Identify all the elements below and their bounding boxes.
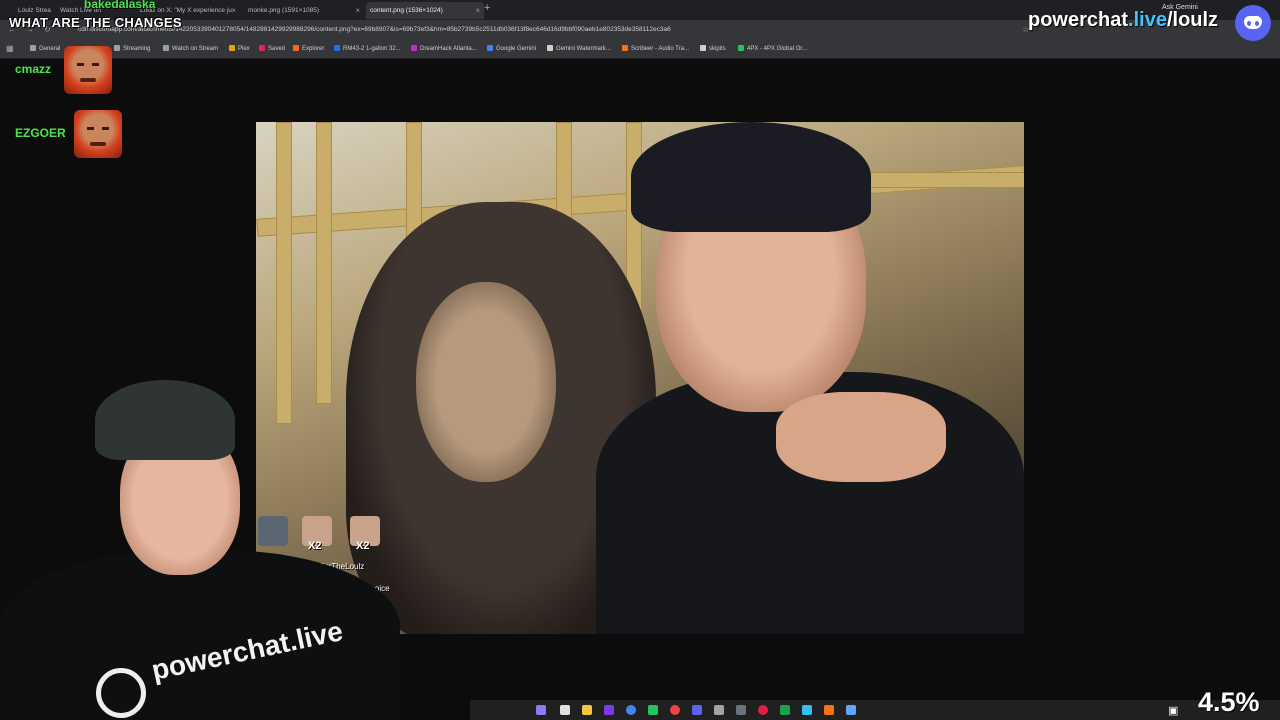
brand-suffix: /loulz bbox=[1166, 9, 1219, 31]
man-hand bbox=[776, 392, 946, 482]
man-cap bbox=[631, 122, 871, 232]
folder-icon bbox=[114, 45, 120, 51]
bookmark-item[interactable]: Streaming bbox=[114, 45, 150, 52]
apps-icon[interactable]: ▦ bbox=[6, 44, 14, 53]
link-icon bbox=[411, 45, 417, 51]
tab-content[interactable]: content.png (1536×1024) × bbox=[366, 2, 484, 19]
bookmark-label: DreamHack Atlanta... bbox=[420, 46, 477, 52]
bookmark-item[interactable]: General bbox=[30, 45, 60, 52]
brand-url: powerchat.live/loulz bbox=[1028, 9, 1218, 32]
bookmarks-bar: ▦ General Streaming Watch on Stream Plex… bbox=[0, 42, 1280, 59]
tray-icon[interactable]: ▣ bbox=[1168, 704, 1178, 717]
app-icon[interactable] bbox=[714, 705, 724, 715]
tab-label: Loulz Strea bbox=[18, 7, 51, 14]
close-icon[interactable]: × bbox=[231, 2, 236, 19]
link-icon bbox=[738, 45, 744, 51]
bookmark-item[interactable]: Saved bbox=[259, 45, 285, 52]
explorer-icon bbox=[293, 45, 299, 51]
folder-icon bbox=[30, 45, 36, 51]
bookmark-label: Explorer bbox=[302, 46, 325, 52]
chat-username: EZGOER bbox=[15, 126, 66, 140]
bookmark-item[interactable]: Watch on Stream bbox=[163, 45, 218, 52]
bookmark-label: Plex bbox=[238, 46, 250, 52]
bookmark-label: 4PX - 4PX Global Or... bbox=[747, 46, 808, 52]
brave-icon[interactable] bbox=[824, 705, 834, 715]
bookmark-item[interactable]: skipits bbox=[700, 45, 726, 52]
xbox-icon[interactable] bbox=[780, 705, 790, 715]
brand-accent: .live bbox=[1128, 9, 1167, 31]
emote-image bbox=[74, 110, 122, 158]
brand-prefix: powerchat bbox=[1028, 9, 1129, 31]
app-icon[interactable] bbox=[536, 705, 546, 715]
taskbar bbox=[470, 700, 1280, 720]
discord-face bbox=[1244, 16, 1262, 29]
man-figure bbox=[596, 122, 1024, 634]
tab-monke[interactable]: monke.png (1591×1085) × bbox=[244, 2, 364, 19]
emote-mouth bbox=[90, 142, 106, 146]
app-icon[interactable] bbox=[758, 705, 768, 715]
close-icon[interactable]: × bbox=[475, 2, 480, 19]
link-icon bbox=[622, 45, 628, 51]
new-tab-button[interactable]: + bbox=[484, 2, 490, 14]
emote-eye bbox=[92, 63, 99, 66]
tab-label: content.png (1536×1024) bbox=[370, 7, 443, 14]
bookmark-item[interactable]: 4PX - 4PX Global Or... bbox=[738, 45, 807, 52]
bookmark-item[interactable]: DreamHack Atlanta... bbox=[411, 45, 477, 52]
chat-username: cmazz bbox=[15, 62, 52, 76]
bookmark-label: Gemini Watermark... bbox=[556, 46, 611, 52]
discord-taskbar-icon[interactable] bbox=[692, 705, 702, 715]
emote-image bbox=[64, 46, 112, 94]
bookmark-item[interactable]: Explorer bbox=[293, 45, 324, 52]
bookmark-label: General bbox=[39, 46, 61, 52]
plex-icon bbox=[229, 45, 235, 51]
chrome-icon[interactable] bbox=[626, 705, 636, 715]
bamboo-pole bbox=[316, 122, 332, 404]
alert-username: bakedalaska bbox=[84, 0, 156, 11]
app-icon[interactable] bbox=[736, 705, 746, 715]
zoom-level: 4.5% bbox=[1198, 687, 1260, 717]
bookmark-label: Streaming bbox=[123, 46, 151, 52]
folder-icon bbox=[163, 45, 169, 51]
bookmark-item[interactable]: Plex bbox=[229, 45, 250, 52]
discord-icon bbox=[1235, 5, 1271, 41]
emote-eye bbox=[102, 127, 109, 130]
bookmark-item[interactable]: Scribeer - Audio Tra... bbox=[622, 45, 689, 52]
link-icon bbox=[700, 45, 706, 51]
steam-icon[interactable] bbox=[802, 705, 812, 715]
bookmark-item[interactable]: Google Gemini bbox=[487, 45, 536, 52]
powerchat-logo-icon bbox=[96, 668, 146, 718]
discord-eye bbox=[1247, 21, 1251, 26]
bookmark-item[interactable]: RM43-2 1-gallon 32... bbox=[334, 45, 401, 52]
discord-eye bbox=[1255, 21, 1259, 26]
app-icon[interactable] bbox=[604, 705, 614, 715]
app-icon[interactable] bbox=[648, 705, 658, 715]
stream-title: WHAT ARE THE CHANGES bbox=[9, 15, 182, 30]
tab-label: monke.png (1591×1085) bbox=[248, 7, 320, 14]
bookmark-label: Saved bbox=[268, 46, 286, 52]
gemini-icon bbox=[487, 45, 493, 51]
app-icon[interactable] bbox=[846, 705, 856, 715]
saved-icon bbox=[259, 45, 265, 51]
link-icon bbox=[334, 45, 340, 51]
emote-eye bbox=[77, 63, 84, 66]
app-icon[interactable] bbox=[670, 705, 680, 715]
bookmark-label: Scribeer - Audio Tra... bbox=[631, 46, 690, 52]
bookmark-label: skipits bbox=[709, 46, 726, 52]
app-icon[interactable] bbox=[560, 705, 570, 715]
bookmark-label: Watch on Stream bbox=[172, 46, 219, 52]
bookmark-item[interactable]: Gemini Watermark... bbox=[547, 45, 611, 52]
webcam-feed: powerchat.live bbox=[0, 380, 440, 720]
emote-eye bbox=[87, 127, 94, 130]
bamboo-pole bbox=[276, 122, 292, 424]
folder-icon[interactable] bbox=[582, 705, 592, 715]
emote-mouth bbox=[80, 78, 96, 82]
bookmark-label: RM43-2 1-gallon 32... bbox=[343, 46, 401, 52]
bookmark-label: Google Gemini bbox=[496, 46, 537, 52]
close-icon[interactable]: × bbox=[355, 2, 360, 19]
webcam-cap bbox=[95, 380, 235, 460]
link-icon bbox=[547, 45, 553, 51]
